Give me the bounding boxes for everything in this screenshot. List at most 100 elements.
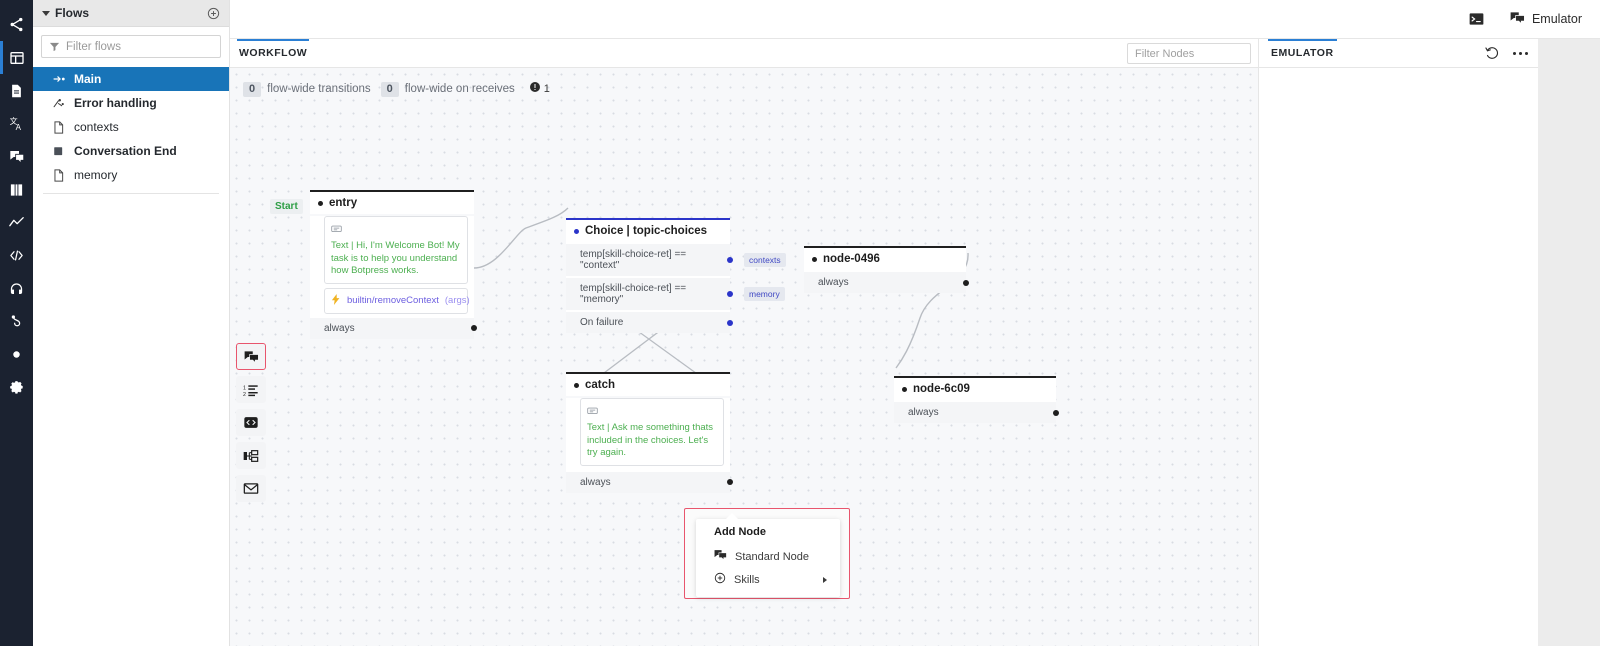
node-input-port[interactable]	[574, 382, 579, 388]
split-flow-icon[interactable]	[236, 442, 266, 469]
output-port[interactable]	[963, 279, 969, 286]
receives-count: 0	[380, 81, 399, 97]
sidebar-item-contexts[interactable]: contexts	[33, 115, 229, 139]
chat-bubbles-icon[interactable]	[0, 140, 33, 173]
reset-session-icon[interactable]	[1485, 46, 1500, 60]
sidebar-item-label: Error handling	[74, 96, 157, 110]
sidebar-item-main[interactable]: Main	[33, 67, 229, 91]
flows-header-left[interactable]: Flows	[42, 6, 89, 20]
workspace: WORKFLOW 0 flow-wide transitions 0	[230, 39, 1600, 646]
branch-icon[interactable]	[0, 305, 33, 338]
add-flow-button[interactable]	[207, 7, 220, 20]
filter-funnel-icon	[49, 41, 60, 52]
transition-label: On failure	[580, 317, 624, 328]
node-input-port[interactable]	[318, 200, 323, 206]
output-port[interactable]	[727, 479, 733, 486]
standard-node-tool[interactable]	[236, 343, 266, 370]
file-icon	[53, 168, 66, 182]
transition-row[interactable]: always	[804, 270, 969, 293]
chevron-down-icon[interactable]	[42, 10, 50, 16]
output-port[interactable]	[471, 325, 477, 332]
flow-canvas[interactable]: 0 flow-wide transitions 0 flow-wide on r…	[230, 68, 1258, 646]
flows-filter-box[interactable]	[41, 35, 221, 58]
output-port[interactable]	[727, 257, 733, 263]
app-root: 文 A Flows Filter flows Main Error handli…	[0, 0, 1600, 646]
node-choice[interactable]: Choice | topic-choices temp[skill-choice…	[566, 218, 786, 333]
transition-row[interactable]: temp[skill-choice-ret] == "memory" memor…	[566, 276, 785, 310]
terminal-button[interactable]	[1469, 12, 1484, 26]
output-port[interactable]	[727, 291, 733, 297]
emulator-toggle-button[interactable]: Emulator	[1510, 11, 1582, 28]
node-type-toolbar: 1 2	[236, 343, 266, 502]
transition-label: always	[818, 277, 849, 288]
node-catch-header: catch	[566, 374, 730, 396]
more-options-icon[interactable]	[1513, 51, 1528, 55]
transition-row[interactable]: always	[894, 400, 1059, 423]
transition-row[interactable]: always	[310, 315, 477, 339]
code-icon[interactable]	[0, 239, 33, 272]
filter-nodes-wrap	[1127, 43, 1251, 64]
dashboard-icon[interactable]	[0, 41, 33, 74]
flow-list-divider	[43, 193, 219, 194]
action-card[interactable]: builtin/removeContext (args)	[324, 287, 470, 314]
translate-icon[interactable]: 文 A	[0, 107, 33, 140]
analytics-icon[interactable]	[0, 206, 33, 239]
menu-item-standard-node[interactable]: Standard Node	[696, 545, 840, 568]
share-nodes-icon[interactable]	[0, 8, 33, 41]
node-input-port[interactable]	[812, 256, 817, 262]
flow-wide-transitions[interactable]: 0 flow-wide transitions	[243, 81, 371, 97]
transition-row[interactable]: always	[566, 469, 733, 493]
emulator-body	[1259, 68, 1538, 646]
menu-item-skills[interactable]: Skills	[696, 568, 840, 591]
node-input-port[interactable]	[574, 228, 579, 234]
sidebar-item-memory[interactable]: memory	[33, 163, 229, 187]
content-card-text[interactable]: Text | Ask me something thats included i…	[580, 398, 724, 466]
content-card-text[interactable]: Text | Hi, I'm Welcome Bot! My task is t…	[324, 216, 468, 284]
flows-filter-input[interactable]	[66, 40, 213, 53]
flow-wide-on-receives[interactable]: 0 flow-wide on receives	[380, 81, 515, 97]
warning-count: 1	[543, 83, 550, 95]
transition-target-chip[interactable]: contexts	[744, 253, 786, 267]
node-input-port[interactable]	[902, 386, 907, 392]
transition-label: always	[580, 476, 611, 488]
speech-bubble-icon	[587, 403, 717, 421]
filter-nodes-input[interactable]	[1127, 43, 1251, 64]
output-port[interactable]	[1053, 409, 1059, 416]
transition-target-chip[interactable]: memory	[744, 287, 785, 301]
node-6c09[interactable]: node-6c09 always	[894, 376, 1059, 423]
sidebar-item-error-handling[interactable]: Error handling	[33, 91, 229, 115]
transition-row[interactable]: On failure	[566, 310, 733, 333]
add-node-menu-panel: Add Node Standard Node Skills	[696, 513, 840, 597]
dot	[1525, 51, 1528, 55]
node-entry-header: entry	[310, 192, 474, 214]
transition-label: temp[skill-choice-ret] == "context"	[580, 249, 687, 271]
headset-icon[interactable]	[0, 272, 33, 305]
warning-badge[interactable]: 1	[529, 80, 550, 98]
error-flow-icon	[53, 98, 66, 109]
node-6c09-header: node-6c09	[894, 378, 1056, 400]
sidebar-item-label: contexts	[74, 120, 119, 134]
flows-header: Flows	[33, 0, 229, 27]
code-brackets-icon[interactable]	[236, 409, 266, 436]
gear-icon[interactable]	[0, 371, 33, 404]
emulator-label: Emulator	[1531, 12, 1582, 26]
book-icon[interactable]	[0, 173, 33, 206]
sidebar-item-conversation-end[interactable]: Conversation End	[33, 139, 229, 163]
transition-row[interactable]: temp[skill-choice-ret] == "context" cont…	[566, 242, 786, 276]
tab-workflow[interactable]: WORKFLOW	[236, 39, 310, 59]
numbered-list-icon[interactable]: 1 2	[236, 376, 266, 403]
speech-bubble-icon	[331, 221, 461, 239]
link-entry-to-choice	[473, 207, 569, 269]
output-port[interactable]	[727, 319, 733, 326]
node-entry[interactable]: Start entry Text | Hi, I'm Welcome Bot! …	[270, 190, 477, 339]
tab-emulator[interactable]: EMULATOR	[1268, 39, 1337, 59]
chat-bubbles-icon	[1510, 11, 1525, 28]
node-0496[interactable]: node-0496 always	[804, 246, 969, 293]
sidebar-item-label: Conversation End	[74, 144, 177, 158]
circle-icon[interactable]	[0, 338, 33, 371]
envelope-icon[interactable]	[236, 475, 266, 502]
node-catch[interactable]: catch Text | Ask me something thats incl…	[566, 372, 733, 493]
dot	[1513, 51, 1516, 55]
transitions-count: 0	[243, 81, 262, 97]
document-icon[interactable]	[0, 74, 33, 107]
